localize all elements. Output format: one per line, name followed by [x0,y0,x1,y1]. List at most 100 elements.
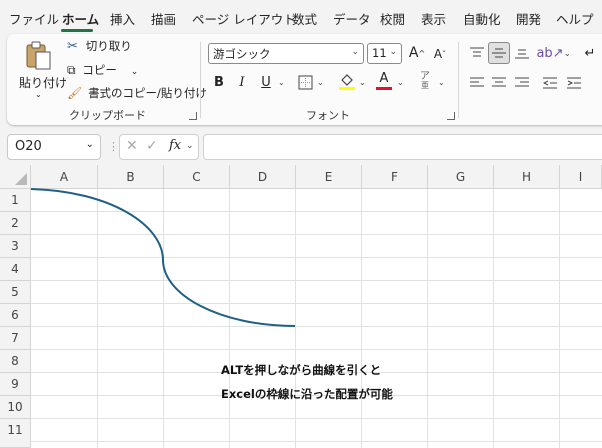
font-color-button[interactable]: A [373,70,395,92]
name-box[interactable]: O20 ⌄ [7,134,101,160]
chevron-down-icon[interactable]: ⌄ [131,67,139,77]
cut-label: 切り取り [85,39,132,53]
align-top-icon [470,47,484,57]
tab-automate[interactable]: 自動化 [463,9,501,28]
tab-data[interactable]: データ [333,9,371,28]
grow-font-icon: A [408,45,419,61]
align-right-button[interactable] [511,72,533,94]
align-middle-icon [492,48,506,58]
font-color-icon: A [379,70,389,86]
cancel-icon[interactable]: ✕ [126,138,138,154]
grow-font-button[interactable]: A ^ [406,42,428,64]
tab-view[interactable]: 表示 [421,9,446,28]
font-size-value: 11 [372,46,387,60]
borders-button[interactable] [294,71,316,93]
vertical-dots-icon: ⋮ [108,140,119,153]
format-painter-label: 書式のコピー/貼り付け [88,86,207,100]
formula-input[interactable] [203,134,602,160]
curve-shape[interactable] [0,165,602,448]
underline-button[interactable]: U [255,71,277,93]
clipboard-group-label: クリップボード [69,109,146,122]
phonetic-sub-icon: 亜 [421,81,429,90]
tab-draw[interactable]: 描画 [151,9,176,28]
cut-button[interactable]: ✂ 切り取り [67,38,132,56]
note-line-2: Excelの枠線に沿った配置が可能 [221,387,393,401]
align-center-button[interactable] [488,72,510,94]
increase-indent-button[interactable] [563,72,585,94]
name-box-value: O20 [15,139,42,154]
worksheet-grid[interactable]: A B C D E F G H I 1 2 3 4 5 6 7 8 9 10 1… [0,165,602,448]
orientation-icon: ab↗ [536,45,564,61]
align-center-icon [492,77,506,87]
copy-button[interactable]: ⧉ コピー ⌄ [67,62,138,80]
chevron-down-icon[interactable]: ⌄ [278,78,285,87]
chevron-down-icon[interactable]: ⌄ [86,139,94,150]
font-color-bar [376,87,392,90]
paste-button[interactable]: 貼り付け ⌄ [17,38,67,118]
tab-home[interactable]: ホーム [62,9,99,28]
shrink-font-icon: A [433,47,443,61]
decrease-indent-icon [543,77,557,89]
paste-label: 貼り付け [19,76,68,90]
align-middle-button[interactable] [488,42,510,64]
ribbon: 貼り付け ⌄ ✂ 切り取り ⧉ コピー ⌄ 🖌 書式のコピー/貼り付け クリップ… [7,34,602,125]
decrease-indent-button[interactable] [539,72,561,94]
font-name-value: 游ゴシック [213,47,271,61]
paintbrush-icon: 🖌 [67,86,83,100]
formula-bar: O20 ⌄ ⋮ ✕ ✓ fx ⌄ [0,131,602,165]
bold-icon: B [214,74,224,90]
align-right-icon [515,77,529,87]
insert-function-button[interactable]: fx [169,138,181,153]
align-bottom-button[interactable] [511,42,533,64]
fill-color-button[interactable] [336,70,358,92]
wrap-text-icon: ↵ [584,45,596,61]
chevron-down-icon[interactable]: ⌄ [186,141,194,151]
increase-indent-icon [567,77,581,89]
shrink-font-button[interactable]: Aˇ [429,43,451,65]
tab-review[interactable]: 校閲 [380,9,405,28]
group-separator [200,42,201,118]
scissors-icon: ✂ [67,39,78,54]
paint-bucket-icon [339,74,355,90]
align-left-icon [470,77,484,87]
chevron-down-icon[interactable]: ⌄ [564,49,571,58]
formula-buttons: ✕ ✓ fx ⌄ [119,134,199,160]
align-top-button[interactable] [466,42,488,64]
chevron-down-icon[interactable]: ⌄ [438,78,445,87]
copy-icon: ⧉ [67,63,76,77]
align-left-button[interactable] [466,72,488,94]
chevron-down-icon[interactable]: ⌄ [359,78,366,87]
chevron-down-icon: ⌄ [389,47,397,57]
group-separator [458,42,459,118]
chevron-down-icon[interactable]: ⌄ [397,78,404,87]
borders-icon [298,75,312,89]
tab-developer[interactable]: 開発 [516,9,541,28]
italic-button[interactable]: I [231,71,253,93]
tab-page-layout[interactable]: ページ レイアウト [192,9,296,28]
font-group-label: フォント [306,109,350,122]
align-bottom-icon [515,49,529,59]
font-dialog-launcher-icon[interactable] [447,112,455,120]
clipboard-dialog-launcher-icon[interactable] [189,112,197,120]
font-size-dropdown[interactable]: 11 ⌄ [367,43,402,64]
chevron-down-icon[interactable]: ⌄ [35,90,42,99]
format-painter-button[interactable]: 🖌 書式のコピー/貼り付け [67,85,207,103]
tab-help[interactable]: ヘルプ [556,9,594,28]
chevron-down-icon[interactable]: ⌄ [317,78,324,87]
check-icon[interactable]: ✓ [146,138,158,154]
bold-button[interactable]: B [208,71,230,93]
italic-icon: I [239,74,245,90]
tab-file[interactable]: ファイル [9,9,59,28]
paste-icon [26,41,51,70]
underline-icon: U [261,74,271,90]
orientation-button[interactable]: ab↗ [536,42,564,64]
tab-insert[interactable]: 挿入 [110,9,135,28]
copy-label: コピー [82,63,117,77]
phonetic-icon: ア [420,71,430,82]
wrap-text-button[interactable]: ↵ [579,42,601,64]
phonetic-guide-button[interactable]: ア 亜 [414,70,436,92]
ribbon-tab-bar: ファイル ホーム 挿入 描画 ページ レイアウト 数式 データ 校閲 表示 自動… [0,0,602,34]
font-name-dropdown[interactable]: 游ゴシック ⌄ [208,43,364,64]
note-line-1: ALTを押しながら曲線を引くと [221,363,382,377]
tab-formulas[interactable]: 数式 [292,9,317,28]
